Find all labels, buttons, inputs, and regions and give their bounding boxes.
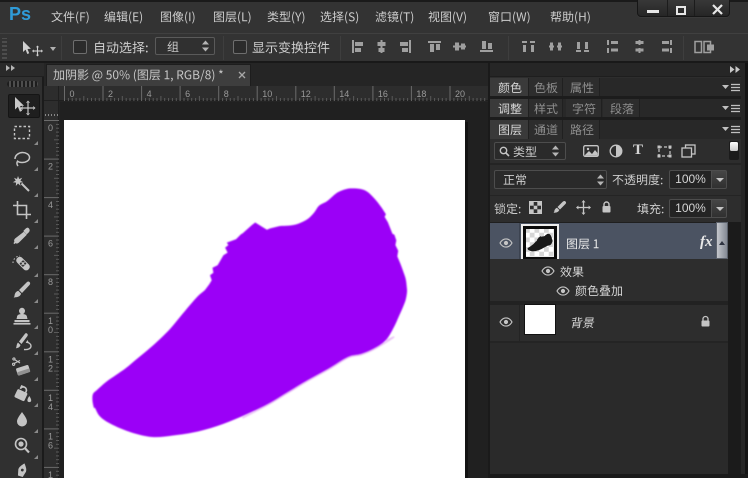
svg-text:6: 6 — [48, 239, 53, 249]
svg-text:6: 6 — [48, 440, 53, 450]
svg-text:0: 0 — [48, 123, 53, 133]
svg-text:4: 4 — [147, 89, 152, 99]
svg-text:10: 10 — [262, 89, 272, 99]
svg-text:4: 4 — [48, 200, 53, 210]
svg-text:4: 4 — [48, 402, 53, 412]
svg-text:2: 2 — [48, 363, 53, 373]
svg-text:2: 2 — [108, 89, 113, 99]
svg-text:14: 14 — [339, 89, 349, 99]
svg-text:20: 20 — [455, 89, 465, 99]
svg-text:2: 2 — [48, 162, 53, 172]
svg-text:0: 0 — [48, 325, 53, 335]
svg-text:8: 8 — [48, 277, 53, 287]
svg-text:16: 16 — [378, 89, 388, 99]
svg-text:0: 0 — [70, 89, 75, 99]
svg-text:12: 12 — [301, 89, 311, 99]
svg-text:8: 8 — [224, 89, 229, 99]
svg-text:1: 1 — [48, 470, 53, 478]
svg-text:6: 6 — [185, 89, 190, 99]
svg-text:18: 18 — [416, 89, 426, 99]
